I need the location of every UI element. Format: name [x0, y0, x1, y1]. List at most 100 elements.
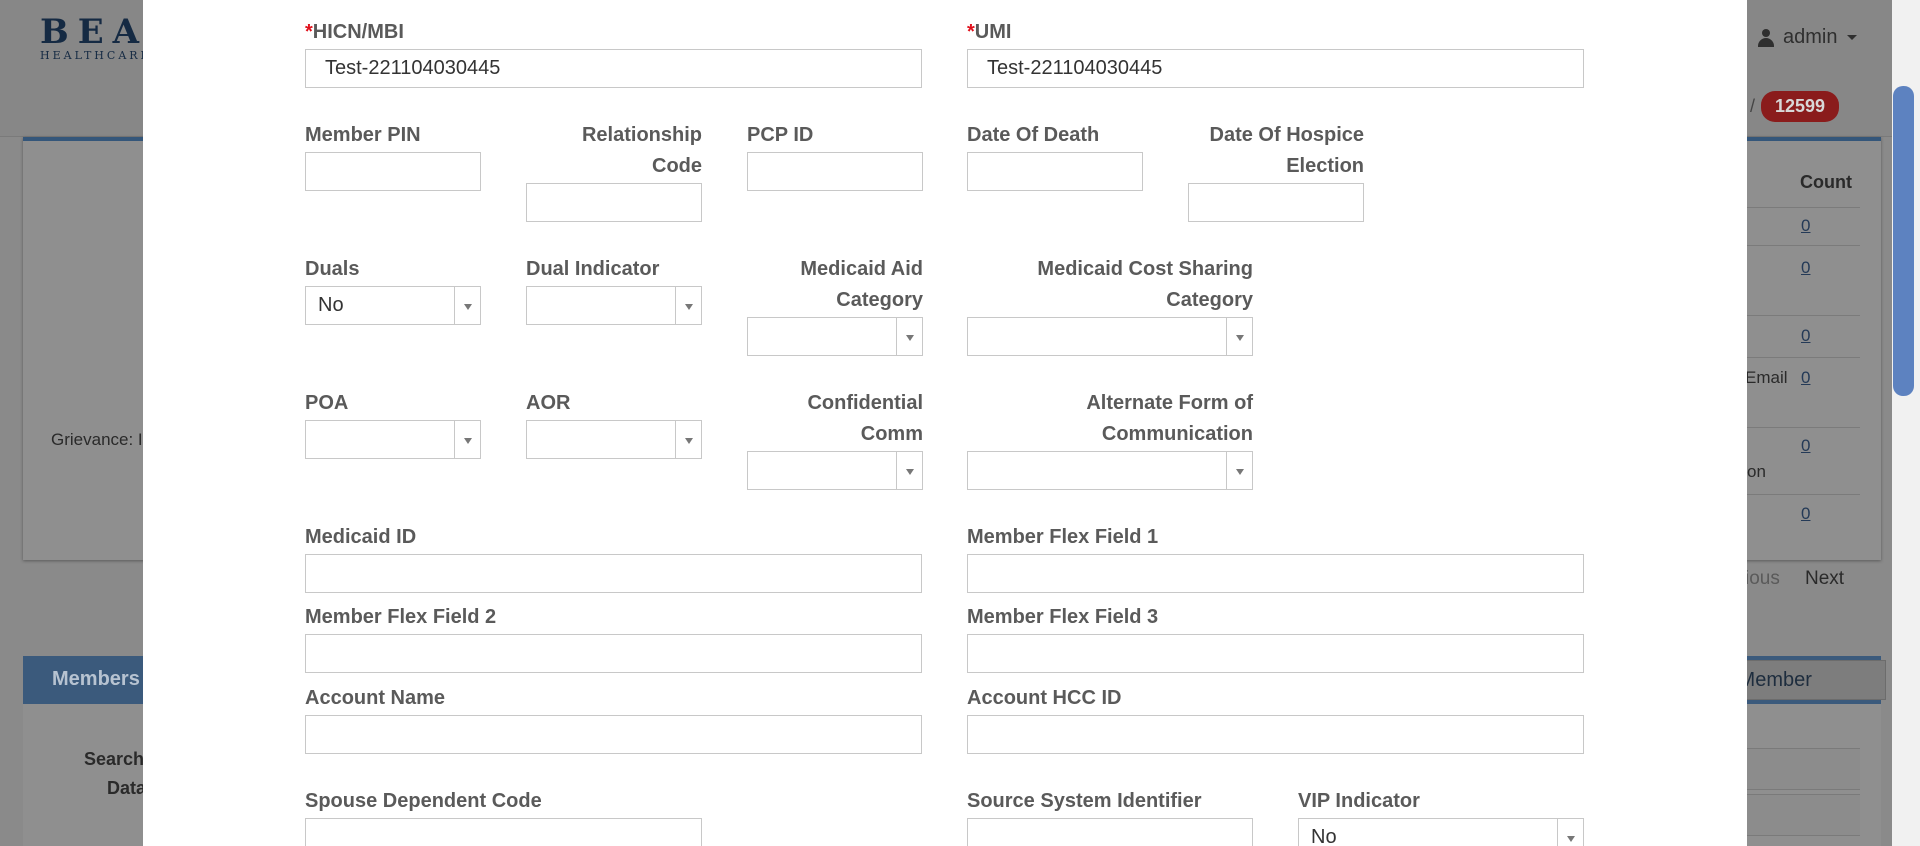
select-divider [1557, 819, 1558, 846]
member-flex-field-2-label: Member Flex Field 2 [305, 606, 497, 628]
select-divider [1226, 318, 1227, 355]
select-divider [896, 452, 897, 489]
alternate-form-of-communication-select[interactable] [967, 451, 1253, 490]
user-menu-label: admin [1783, 26, 1838, 48]
select-divider [454, 421, 455, 458]
select-divider [675, 287, 676, 324]
grievance-label: Grievance: I [51, 430, 143, 449]
select-divider [675, 421, 676, 458]
dropdown-arrow-icon [464, 438, 472, 444]
date-of-death-label: Date Of Death [967, 124, 1100, 146]
table-divider [1740, 315, 1860, 316]
pcp-id-label: PCP ID [747, 124, 814, 146]
pagination-previous[interactable]: ious [1745, 568, 1780, 590]
member-pin-label: Member PIN [305, 124, 421, 146]
dropdown-arrow-icon [1236, 335, 1244, 341]
dropdown-arrow-icon [1567, 836, 1575, 842]
caret-down-icon [1847, 35, 1858, 40]
source-system-identifier-label: Source System Identifier [967, 790, 1202, 812]
poa-select[interactable] [305, 420, 481, 459]
count-link[interactable]: 0 [1801, 504, 1810, 524]
member-flex-field-3-input[interactable] [967, 634, 1584, 673]
alternate-form-of-communication-label: Alternate Form of Communication [1086, 392, 1253, 445]
members-title: Members [52, 668, 140, 690]
aor-label: AOR [526, 392, 571, 414]
medicaid-cost-sharing-category-label: Medicaid Cost Sharing Category [1037, 258, 1253, 311]
account-hcc-id-input[interactable] [967, 715, 1584, 754]
spouse-dependent-code-label: Spouse Dependent Code [305, 790, 542, 812]
confidential-comm-label: Confidential Comm [807, 392, 923, 445]
table-cell-fragment: Email [1745, 368, 1788, 387]
member-flex-field-1-label: Member Flex Field 1 [967, 526, 1159, 548]
account-hcc-id-label: Account HCC ID [967, 687, 1122, 709]
dropdown-arrow-icon [1236, 469, 1244, 475]
table-divider [1740, 427, 1860, 428]
pcp-id-input[interactable] [747, 152, 923, 191]
vip-indicator-label: VIP Indicator [1298, 790, 1420, 812]
required-marker: * [305, 21, 313, 43]
table-divider [1740, 357, 1860, 358]
member-pin-input[interactable] [305, 152, 481, 191]
member-flex-field-3-label: Member Flex Field 3 [967, 606, 1159, 628]
date-of-hospice-election-label: Date Of Hospice Election [1209, 124, 1364, 177]
relationship-code-input[interactable] [526, 183, 702, 222]
duals-label: Duals [305, 258, 360, 280]
table-divider [1740, 494, 1860, 495]
source-system-identifier-input[interactable] [967, 818, 1253, 846]
app-logo-subtitle: HEALTHCARE [40, 49, 152, 62]
red-count-badge: 12599 [1761, 91, 1840, 122]
dual-indicator-label: Dual Indicator [526, 258, 660, 280]
date-of-hospice-election-input[interactable] [1188, 183, 1364, 222]
medicaid-id-input[interactable] [305, 554, 922, 593]
table-divider [1740, 207, 1860, 208]
table-divider [1740, 245, 1860, 246]
confidential-comm-select[interactable] [747, 451, 923, 490]
search-label: Search [84, 749, 145, 769]
user-icon [1757, 28, 1775, 47]
account-name-label: Account Name [305, 687, 446, 709]
required-marker: * [967, 21, 975, 43]
medicaid-cost-sharing-category-select[interactable] [967, 317, 1253, 356]
medicaid-id-label: Medicaid ID [305, 526, 417, 548]
vip-indicator-selected-value: No [1311, 826, 1337, 846]
user-menu[interactable]: admin [1757, 26, 1858, 49]
dual-indicator-select[interactable] [526, 286, 702, 325]
dropdown-arrow-icon [685, 304, 693, 310]
medicaid-aid-category-select[interactable] [747, 317, 923, 356]
vip-indicator-select[interactable]: No [1298, 818, 1584, 846]
count-link[interactable]: 0 [1801, 326, 1810, 346]
spouse-dependent-code-input[interactable] [305, 818, 702, 846]
member-flex-field-2-input[interactable] [305, 634, 922, 673]
count-link[interactable]: 0 [1801, 216, 1810, 236]
poa-label: POA [305, 392, 349, 414]
count-link[interactable]: 0 [1801, 368, 1810, 388]
hicn-mbi-input[interactable]: Test-221104030445 [305, 49, 922, 88]
select-divider [454, 287, 455, 324]
umi-input[interactable]: Test-221104030445 [967, 49, 1584, 88]
aor-select[interactable] [526, 420, 702, 459]
duals-selected-value: No [318, 294, 344, 316]
select-divider [1226, 452, 1227, 489]
count-link[interactable]: 0 [1801, 436, 1810, 456]
edit-member-modal: *HICN/MBI Test-221104030445 *UMI Test-22… [143, 0, 1747, 846]
date-of-death-input[interactable] [967, 152, 1143, 191]
pagination-next[interactable]: Next [1805, 568, 1844, 590]
dropdown-arrow-icon [464, 304, 472, 310]
account-name-input[interactable] [305, 715, 922, 754]
dropdown-arrow-icon [906, 335, 914, 341]
umi-label: *UMI [967, 21, 1012, 43]
relationship-code-label: Relationship Code [581, 124, 702, 177]
duals-select[interactable]: No [305, 286, 481, 325]
data-label: Data [107, 778, 147, 798]
scrollbar-thumb[interactable] [1893, 86, 1914, 396]
dropdown-arrow-icon [685, 438, 693, 444]
hicn-mbi-label: *HICN/MBI [305, 21, 404, 43]
select-divider [896, 318, 897, 355]
count-link[interactable]: 0 [1801, 258, 1810, 278]
medicaid-aid-category-label: Medicaid Aid Category [800, 258, 923, 311]
member-flex-field-1-input[interactable] [967, 554, 1584, 593]
counter-separator: / [1750, 96, 1756, 116]
count-column-header: Count [1800, 172, 1852, 192]
dropdown-arrow-icon [906, 469, 914, 475]
table-cell-fragment: on [1747, 462, 1766, 481]
